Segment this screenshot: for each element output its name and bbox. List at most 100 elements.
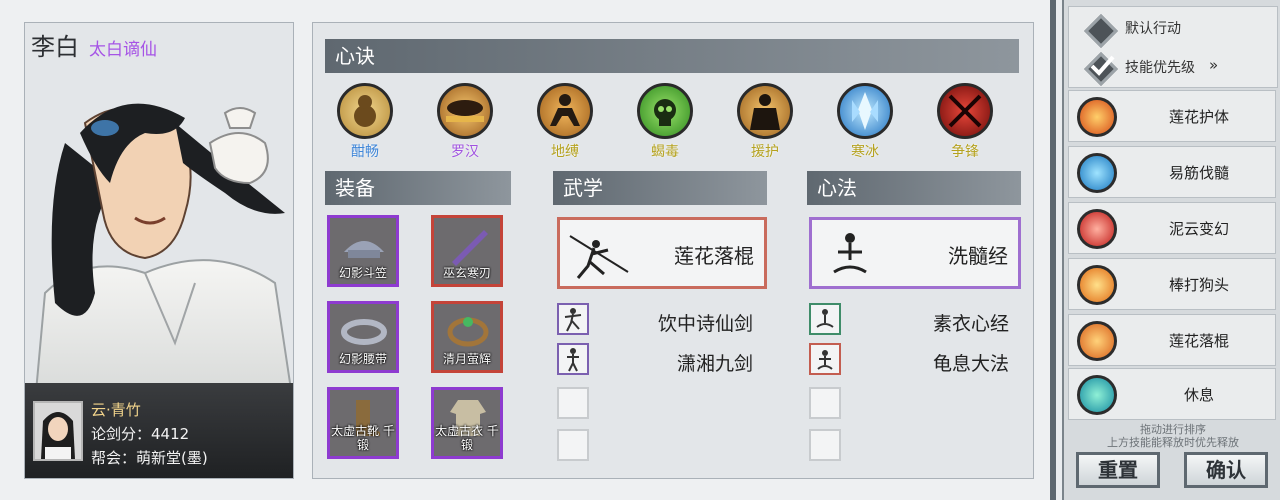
xinjue-item-2[interactable]: 地缚 [525,83,605,161]
drag-hint: 拖动进行排序 [1140,423,1206,436]
priority-skill-label: 棒打狗头 [1168,276,1229,294]
xinjue-item-3[interactable]: 蝎毒 [625,83,705,161]
equipment-name: 巫玄寒刃 [442,266,491,280]
xinjue-item-4[interactable]: 援护 [725,83,805,161]
monk-icon [437,83,493,139]
staff-fighter-icon [569,235,629,279]
wuxue-slot-2[interactable] [557,343,589,375]
priority-skill-label: 休息 [1183,386,1214,404]
wuxue-name-1: 饮中诗仙剑 [657,313,753,335]
equipment-slot-boots[interactable]: 太虚古靴 千锻 [327,387,399,459]
wuxue-slot-1[interactable] [557,303,589,335]
xinfa-name-1: 素衣心经 [932,313,1009,335]
character-title: 太白谪仙 [89,40,157,60]
xinjue-item-6[interactable]: 争锋 [925,83,1005,161]
xinjue-label: 罗汉 [451,144,479,160]
wuxue-empty-slot[interactable] [557,429,589,461]
priority-skill-row[interactable]: 莲花落棍 [1068,314,1276,366]
wuxue-header: 武学 [553,171,767,205]
equipment-slot-hat[interactable]: 幻影斗笠 [327,215,399,287]
wuxue-empty-slot[interactable] [557,387,589,419]
flame-swirl-icon [1077,97,1117,137]
priority-skill-row[interactable]: 莲花护体 [1068,90,1276,142]
default-action-option[interactable]: 默认行动 [1069,7,1277,48]
main-frame: 李白 太白谪仙 云·青竹 论剑分：4412 帮会：萌新堂(墨) 心诀 酣畅 罗汉… [0,0,1056,500]
priority-skill-row[interactable]: 易筋伐髓 [1068,146,1276,198]
gourd-icon [337,83,393,139]
seated-figure-icon [816,309,834,328]
priority-skill-row[interactable]: 泥云变幻 [1068,202,1276,254]
equipment-slot-robe[interactable]: 太虚古衣 千锻 [431,387,503,459]
wuxue-main-name: 莲花落棍 [674,244,754,268]
priority-skill-row[interactable]: 休息 [1068,368,1276,420]
equipment-header: 装备 [325,171,511,205]
equipment-slot-belt[interactable]: 幻影腰带 [327,301,399,373]
confirm-button[interactable]: 确认 [1184,452,1268,488]
priority-skill-row[interactable]: 棒打狗头 [1068,258,1276,310]
xinjue-label: 寒冰 [851,144,879,160]
equipment-name: 幻影腰带 [338,352,387,366]
xinfa-slot-1[interactable] [809,303,841,335]
xinjue-label: 地缚 [551,144,579,160]
xinfa-main-slot[interactable]: 洗髓经 [809,217,1021,289]
wuxue-main-slot[interactable]: 莲花落棍 [557,217,767,289]
reset-button[interactable]: 重置 [1076,452,1160,488]
staff-fighter-icon [1077,321,1117,361]
seated-figure-icon [817,350,833,370]
crawling-figure-icon [537,83,593,139]
xinfa-main-name: 洗髓经 [948,244,1008,268]
chevron-right-icon: » [1209,56,1219,74]
xinjue-label: 援护 [751,144,779,160]
priority-skill-label: 易筋伐髓 [1168,164,1229,182]
xinjue-label: 酣畅 [351,144,379,160]
xinjue-item-5[interactable]: 寒冰 [825,83,905,161]
equipment-name: 清月萤辉 [442,352,491,366]
belt-icon [341,319,387,345]
skill-priority-option[interactable]: 技能优先级 » [1069,47,1277,86]
priority-skill-label: 莲花护体 [1168,108,1229,126]
priority-skill-label: 莲花落棍 [1168,332,1229,350]
xinjue-header: 心诀 [325,39,1019,73]
action-mode-options: 默认行动 技能优先级 » [1068,6,1278,88]
xinjue-item-0[interactable]: 酣畅 [325,83,405,161]
hat-icon [344,241,384,258]
fire-icon [1077,265,1117,305]
xinjue-label: 蝎毒 [651,144,679,160]
crossed-blades-icon [937,83,993,139]
rest-figure-icon [1077,375,1117,415]
poison-skull-icon [637,83,693,139]
xinjue-item-1[interactable]: 罗汉 [425,83,505,161]
equipment-slot-weapon[interactable]: 巫玄寒刃 [431,215,503,287]
checkmark-icon [1090,55,1115,76]
character-name: 李白 [31,33,79,61]
blade-icon [452,230,488,266]
meditating-figure-icon [833,233,867,274]
character-panel: 李白 太白谪仙 云·青竹 论剑分：4412 帮会：萌新堂(墨) [24,22,294,479]
ring-icon [447,317,489,347]
player-name: 云·青竹 [91,401,141,419]
player-guild: 帮会：萌新堂(墨) [91,449,208,467]
xinfa-empty-slot[interactable] [809,387,841,419]
default-action-label: 默认行动 [1125,21,1181,37]
player-info-box: 云·青竹 论剑分：4412 帮会：萌新堂(墨) [25,383,293,478]
meditating-figure-icon [1077,153,1117,193]
sword-figure-icon [564,308,582,332]
xinfa-header: 心法 [807,171,1021,205]
equipment-slot-ring[interactable]: 清月萤辉 [431,301,503,373]
priority-skill-label: 泥云变幻 [1168,220,1229,238]
wuxue-name-2: 潇湘九剑 [676,353,753,375]
skill-priority-label: 技能优先级 [1125,60,1195,76]
xinfa-slot-2[interactable] [809,343,841,375]
ice-crystal-icon [837,83,893,139]
xinfa-name-2: 龟息大法 [932,353,1009,375]
xinfa-empty-slot[interactable] [809,429,841,461]
priority-hint: 上方技能能释放时优先释放 [1107,436,1239,449]
red-swirl-icon [1077,209,1117,249]
equipment-name: 太虚古衣 千锻 [435,424,499,452]
player-avatar[interactable] [33,401,83,461]
loadout-panel: 心诀 酣畅 罗汉 地缚 蝎毒 援护 寒冰 争锋 装备 武学 心法 幻影斗笠 巫玄… [312,22,1034,479]
guard-figure-icon [737,83,793,139]
equipment-name: 太虚古靴 千锻 [331,424,395,452]
xinjue-label: 争锋 [951,144,979,160]
equipment-name: 幻影斗笠 [338,266,387,280]
